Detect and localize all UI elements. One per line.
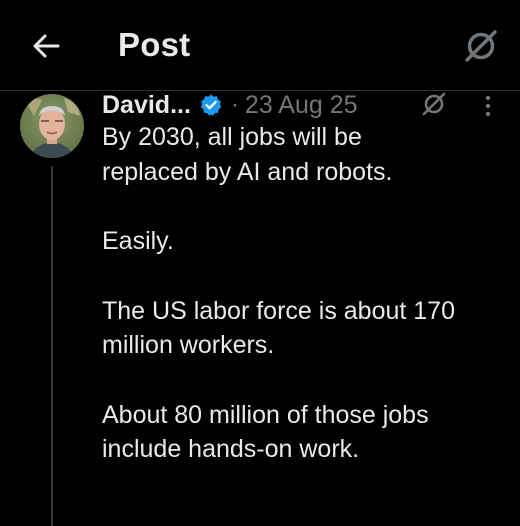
post-text-line: million workers. — [102, 331, 275, 359]
page-title: Post — [118, 26, 191, 63]
author-name[interactable]: David... — [102, 91, 191, 120]
grok-icon — [422, 92, 446, 116]
meta-separator: · — [230, 91, 239, 118]
arrow-left-icon — [33, 34, 60, 58]
top-bar: Post — [0, 0, 520, 90]
post-meta: David... · 23 Aug 25 — [102, 88, 358, 122]
post-text-line: By 2030, all jobs will be — [102, 123, 362, 151]
grok-icon — [465, 30, 497, 62]
post-text-line: The US labor force is about 170 — [102, 296, 455, 325]
post-text-line: About 80 million of those jobs — [102, 400, 429, 429]
avatar[interactable] — [20, 94, 84, 158]
grok-button[interactable] — [462, 27, 500, 65]
verified-badge-icon — [199, 93, 223, 117]
post-text: By 2030, all jobs will be replaced by AI… — [102, 120, 512, 467]
grok-explain-button[interactable] — [420, 90, 448, 118]
post-text-line: replaced by AI and robots. — [102, 157, 393, 186]
post-text-line: Easily. — [102, 227, 174, 255]
thread-connector-line — [51, 166, 53, 526]
more-options-button[interactable] — [476, 92, 500, 120]
back-button[interactable] — [28, 28, 64, 64]
post-date[interactable]: 23 Aug 25 — [245, 91, 358, 120]
post-text-line: include hands-on work. — [102, 435, 360, 463]
more-vertical-icon — [485, 95, 491, 117]
profile-photo — [20, 94, 84, 158]
